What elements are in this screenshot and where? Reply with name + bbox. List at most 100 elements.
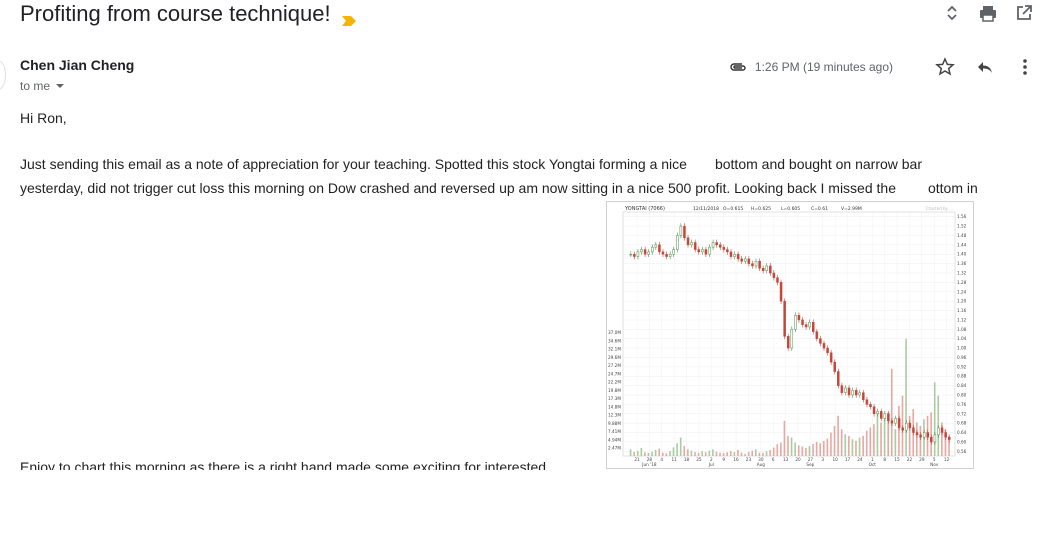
price-tick-label: 0.64 xyxy=(957,430,967,435)
volume-bar xyxy=(837,415,839,456)
candle-body xyxy=(765,265,768,271)
candle-body xyxy=(894,418,897,424)
candle-body xyxy=(801,319,804,325)
volume-bar xyxy=(898,405,900,456)
chart-watermark: Charted by ... xyxy=(926,206,953,211)
volume-bar xyxy=(751,450,754,456)
volume-bar xyxy=(683,445,686,456)
volume-bar xyxy=(919,425,922,456)
x-day-tick: 9 xyxy=(722,457,725,462)
candle-body xyxy=(676,235,679,250)
candle-body xyxy=(633,253,636,257)
volume-bar xyxy=(740,452,743,456)
candle-body xyxy=(815,331,819,339)
volume-tick-label: 19.8M xyxy=(608,388,621,393)
x-day-tick: 17 xyxy=(845,457,851,462)
more-vertical-icon[interactable] xyxy=(1015,57,1035,77)
volume-bar xyxy=(726,452,728,456)
sender-name[interactable]: Chen Jian Cheng xyxy=(20,57,134,73)
open-in-new-window-icon[interactable] xyxy=(1015,4,1033,22)
recipient-details-toggle[interactable]: to me xyxy=(20,79,65,93)
chart-low: L=0.605 xyxy=(781,206,800,212)
candle-body xyxy=(851,390,854,396)
x-month-tick: Sep xyxy=(806,462,814,467)
candle-body xyxy=(722,246,726,250)
price-tick-label: 0.80 xyxy=(957,393,967,398)
volume-bar xyxy=(876,414,879,456)
reply-icon[interactable] xyxy=(975,57,995,77)
volume-tick-label: 27.2M xyxy=(608,363,621,368)
candle-body xyxy=(672,249,675,255)
candle-body xyxy=(940,427,944,433)
volume-bar xyxy=(894,429,897,456)
volume-bar xyxy=(851,439,854,456)
volume-bar xyxy=(712,449,714,456)
candle-body xyxy=(679,225,683,236)
candle-body xyxy=(711,242,715,248)
plot-area xyxy=(622,211,956,457)
volume-bar xyxy=(658,448,661,456)
star-icon[interactable] xyxy=(935,57,955,77)
candle-body xyxy=(908,422,912,429)
thread-toolbar xyxy=(943,4,1033,22)
volume-tick-label: 2.47M xyxy=(608,446,621,451)
price-tick-label: 1.48 xyxy=(957,233,967,238)
email-body: Hi Ron, Just sending this email as a not… xyxy=(20,106,1040,200)
candle-body xyxy=(897,418,901,429)
candle-body xyxy=(665,253,668,257)
volume-bar xyxy=(865,430,868,456)
volume-bar xyxy=(647,452,650,456)
volume-bar xyxy=(819,443,822,456)
candle-body xyxy=(729,251,733,257)
volume-bar xyxy=(715,451,718,456)
message-meta: 1:26 PM (19 minutes ago) xyxy=(729,57,1035,77)
volume-bar xyxy=(783,420,786,456)
candle-body xyxy=(690,242,693,246)
volume-tick-label: 4.94M xyxy=(608,437,621,442)
volume-bar xyxy=(733,451,736,456)
volume-bar xyxy=(830,432,832,456)
candle-body xyxy=(930,436,933,443)
candle-body xyxy=(744,258,747,262)
candle-body xyxy=(740,258,743,262)
candle-body xyxy=(640,249,643,253)
candle-body xyxy=(776,277,779,283)
expand-collapse-icon[interactable] xyxy=(943,4,961,22)
volume-bar xyxy=(916,422,918,456)
candle-body xyxy=(758,261,761,269)
x-month-tick: Nov xyxy=(930,462,939,467)
candle-body xyxy=(883,413,887,419)
price-tick-label: 0.88 xyxy=(957,374,967,379)
volume-tick-label: 34.6M xyxy=(608,338,621,343)
x-month-tick: Aug xyxy=(757,462,766,467)
email-subject: Profiting from course technique! xyxy=(20,0,357,28)
volume-bar xyxy=(862,435,864,456)
importance-marker-icon[interactable] xyxy=(341,7,357,26)
volume-bar xyxy=(880,422,882,456)
volume-bar xyxy=(665,453,668,456)
price-tick-label: 1.04 xyxy=(957,336,967,341)
volume-bar xyxy=(762,452,764,456)
candle-body xyxy=(876,411,879,415)
candle-body xyxy=(922,432,926,438)
x-day-tick: 18 xyxy=(684,457,690,462)
volume-bar xyxy=(744,453,746,456)
price-tick-label: 0.92 xyxy=(957,364,967,369)
candle-body xyxy=(683,225,686,239)
candle-body xyxy=(901,427,904,431)
candle-body xyxy=(887,413,890,422)
candle-body xyxy=(715,242,718,246)
x-day-tick: 10 xyxy=(832,457,838,462)
candle-body xyxy=(693,242,697,250)
volume-bar xyxy=(801,446,804,456)
candle-body xyxy=(847,387,851,396)
candle-body xyxy=(912,427,915,433)
volume-tick-label: 7.41M xyxy=(608,429,621,434)
print-icon[interactable] xyxy=(979,4,997,22)
volume-bar xyxy=(890,368,893,456)
x-day-tick: 4 xyxy=(660,457,663,462)
volume-bar xyxy=(905,338,907,456)
body-line-2a: yesterday, did not trigger cut loss this… xyxy=(20,180,896,196)
volume-bar xyxy=(826,438,829,456)
price-tick-label: 1.36 xyxy=(957,261,967,266)
